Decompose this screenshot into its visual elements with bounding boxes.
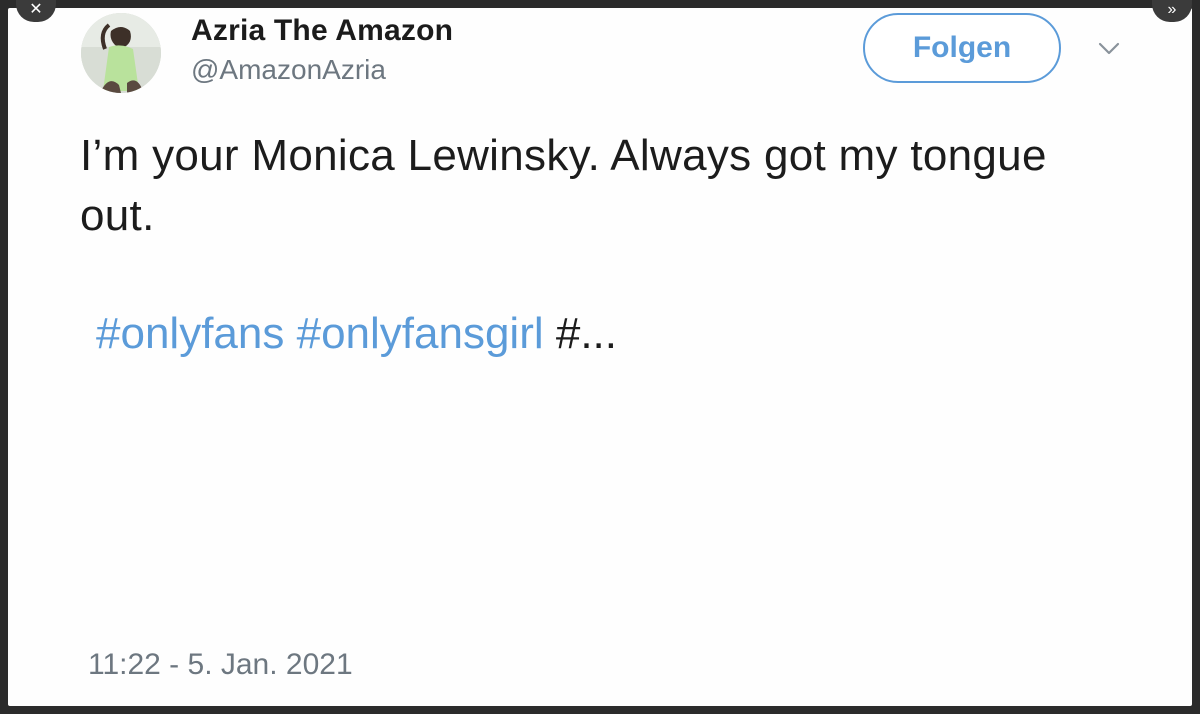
follow-button[interactable]: Folgen bbox=[863, 13, 1061, 83]
avatar[interactable] bbox=[81, 13, 161, 93]
tweet-text: I’m your Monica Lewinsky. Always got my … bbox=[80, 131, 1047, 240]
handle[interactable]: @AmazonAzria bbox=[191, 54, 386, 86]
close-icon[interactable]: ✕ bbox=[16, 0, 56, 22]
hashtag-link[interactable]: #onlyfans bbox=[96, 309, 284, 358]
tweet-card: ✕ » Azria The Amazon @AmazonAzria Folgen… bbox=[8, 0, 1192, 706]
hashtag-line: #onlyfans #onlyfansgirl #... bbox=[96, 304, 617, 364]
chevron-down-icon[interactable] bbox=[1098, 42, 1120, 56]
truncated-text: #... bbox=[555, 309, 618, 358]
hashtag-link[interactable]: #onlyfansgirl bbox=[297, 309, 544, 358]
avatar-image bbox=[81, 13, 161, 93]
display-name[interactable]: Azria The Amazon bbox=[191, 14, 453, 48]
more-icon[interactable]: » bbox=[1152, 0, 1192, 22]
timestamp[interactable]: 11:22 - 5. Jan. 2021 bbox=[88, 648, 353, 682]
screen: ✕ » Azria The Amazon @AmazonAzria Folgen… bbox=[0, 0, 1200, 714]
